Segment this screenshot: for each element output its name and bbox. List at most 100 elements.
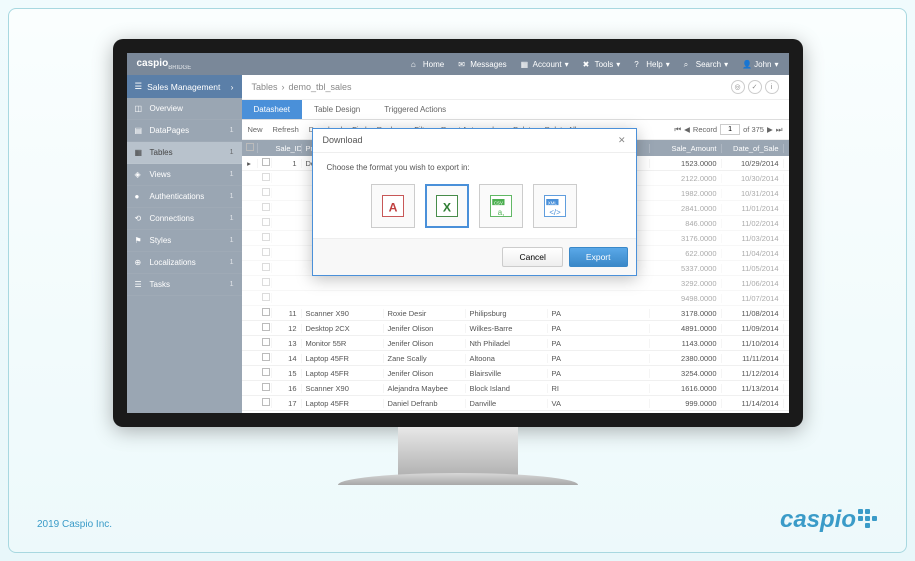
row-checkbox[interactable] (262, 263, 270, 271)
breadcrumb: Tables › demo_tbl_sales ◎ ✓ i (242, 75, 789, 100)
copyright: 2019 Caspio Inc. (37, 519, 112, 530)
svg-text:X: X (443, 200, 452, 214)
sidebar-item-tables[interactable]: ▦Tables1 (127, 142, 242, 164)
table-row[interactable]: 15Laptop 45FRJenifer OlisonBlairsvillePA… (242, 366, 789, 381)
row-checkbox[interactable] (262, 353, 270, 361)
col-header[interactable]: Sale_Amount (650, 144, 722, 153)
tab-datasheet[interactable]: Datasheet (242, 100, 302, 119)
chevron-right-icon: › (231, 82, 234, 92)
sidebar-header[interactable]: ☰ Sales Management › (127, 75, 242, 98)
monitor-stand (398, 427, 518, 477)
search-icon: ⌕ (684, 60, 693, 69)
modal-title: Download (323, 135, 363, 146)
styles-icon: ⚑ (135, 236, 144, 245)
row-checkbox[interactable] (262, 278, 270, 286)
topnav-messages[interactable]: ✉Messages (458, 60, 506, 69)
format-excel[interactable]: X (425, 184, 469, 228)
tabs: DatasheetTable DesignTriggered Actions (242, 100, 789, 120)
sidebar-item-views[interactable]: ◈Views1 (127, 164, 242, 186)
topnav-help[interactable]: ?Help▾ (634, 60, 669, 69)
svg-text:a,: a, (498, 208, 505, 217)
select-all-checkbox[interactable] (246, 143, 254, 151)
row-checkbox[interactable] (262, 173, 270, 181)
format-xml[interactable]: XML</> (533, 184, 577, 228)
sidebar-item-datapages[interactable]: ▤DataPages1 (127, 120, 242, 142)
svg-text:CSV: CSV (494, 200, 503, 205)
caret-down-icon: ▾ (616, 60, 620, 69)
footer-logo: caspio (780, 506, 876, 534)
topnav-home[interactable]: ⌂Home (411, 60, 444, 69)
app-screen: caspioBRIDGE ⌂Home ✉Messages ▦Account▾ ✖Too… (127, 53, 789, 413)
views-icon: ◈ (135, 170, 144, 179)
sidebar-item-styles[interactable]: ⚑Styles1 (127, 230, 242, 252)
broadcast-icon[interactable]: ◎ (731, 80, 745, 94)
topnav-tools[interactable]: ✖Tools▾ (583, 60, 621, 69)
row-checkbox[interactable] (262, 233, 270, 241)
row-checkbox[interactable] (262, 203, 270, 211)
col-header[interactable]: Date_of_Sale (722, 144, 784, 153)
help-icon: ? (634, 60, 643, 69)
row-checkbox[interactable] (262, 323, 270, 331)
topnav-search[interactable]: ⌕Search▾ (684, 60, 728, 69)
tools-icon: ✖ (583, 60, 592, 69)
row-checkbox[interactable] (262, 338, 270, 346)
tables-icon: ▦ (135, 148, 144, 157)
row-checkbox[interactable] (262, 293, 270, 301)
row-checkbox[interactable] (262, 248, 270, 256)
account-icon: ▦ (521, 60, 530, 69)
table-row[interactable]: 17Laptop 45FRDaniel DefranbDanvilleVA999… (242, 396, 789, 411)
sidebar-item-overview[interactable]: ◫Overview (127, 98, 242, 120)
auth-icon: ● (135, 192, 144, 201)
row-checkbox[interactable] (262, 398, 270, 406)
sidebar-item-authentications[interactable]: ●Authentications1 (127, 186, 242, 208)
overview-icon: ◫ (135, 104, 144, 113)
sidebar-item-localizations[interactable]: ⊕Localizations1 (127, 252, 242, 274)
top-bar: caspioBRIDGE ⌂Home ✉Messages ▦Account▾ ✖Too… (127, 53, 789, 75)
row-checkbox[interactable] (262, 383, 270, 391)
nav-next-icon[interactable]: ▶ (767, 125, 773, 134)
info-icon[interactable]: i (765, 80, 779, 94)
home-icon: ⌂ (411, 60, 420, 69)
table-row[interactable]: 16Scanner X90Alejandra MaybeeBlock Islan… (242, 381, 789, 396)
row-checkbox[interactable] (262, 158, 270, 166)
tasks-icon: ☰ (135, 280, 144, 289)
table-row[interactable]: 11Scanner X90Roxie DesirPhilipsburgPA317… (242, 306, 789, 321)
topnav-john[interactable]: 👤John▾ (742, 60, 778, 69)
sidebar-item-connections[interactable]: ⟲Connections1 (127, 208, 242, 230)
export-button[interactable]: Export (569, 247, 628, 267)
tab-triggered-actions[interactable]: Triggered Actions (372, 100, 458, 119)
format-csv[interactable]: CSV a, (479, 184, 523, 228)
cancel-button[interactable]: Cancel (502, 247, 562, 267)
menu-icon: ☰ (135, 81, 143, 92)
table-row[interactable]: 9498.000011/07/2014 (242, 291, 789, 306)
row-checkbox[interactable] (262, 368, 270, 376)
svg-text:A: A (389, 200, 398, 214)
record-input[interactable] (720, 124, 740, 135)
topnav-account[interactable]: ▦Account▾ (521, 60, 569, 69)
nav-prev-icon[interactable]: ◀ (684, 125, 690, 134)
toolbar-new[interactable]: New (248, 125, 263, 134)
sidebar-item-tasks[interactable]: ☰Tasks1 (127, 274, 242, 296)
table-row[interactable]: 14Laptop 45FRZane ScallyAltoonaPA2380.00… (242, 351, 789, 366)
brand-logo: caspioBRIDGE (137, 58, 192, 71)
nav-last-icon[interactable]: ⏭ (776, 125, 783, 135)
table-row[interactable]: 13Monitor 55RJenifer OlisonNth PhiladelP… (242, 336, 789, 351)
nav-first-icon[interactable]: ⏮ (674, 125, 681, 135)
mail-icon: ✉ (458, 60, 467, 69)
user-icon: 👤 (742, 60, 751, 69)
col-header[interactable]: Sale_ID (272, 144, 302, 153)
format-access[interactable]: A (371, 184, 415, 228)
breadcrumb-current: demo_tbl_sales (289, 82, 352, 92)
row-checkbox[interactable] (262, 188, 270, 196)
check-icon[interactable]: ✓ (748, 80, 762, 94)
caret-down-icon: ▾ (666, 60, 670, 69)
row-checkbox[interactable] (262, 218, 270, 226)
table-row[interactable]: 12Desktop 2CXJenifer OlisonWilkes-BarreP… (242, 321, 789, 336)
toolbar-refresh[interactable]: Refresh (273, 125, 299, 134)
table-row[interactable]: 3292.000011/06/2014 (242, 276, 789, 291)
row-checkbox[interactable] (262, 308, 270, 316)
close-icon[interactable]: ✕ (618, 135, 626, 146)
breadcrumb-root[interactable]: Tables (252, 82, 278, 92)
conn-icon: ⟲ (135, 214, 144, 223)
tab-table-design[interactable]: Table Design (302, 100, 372, 119)
